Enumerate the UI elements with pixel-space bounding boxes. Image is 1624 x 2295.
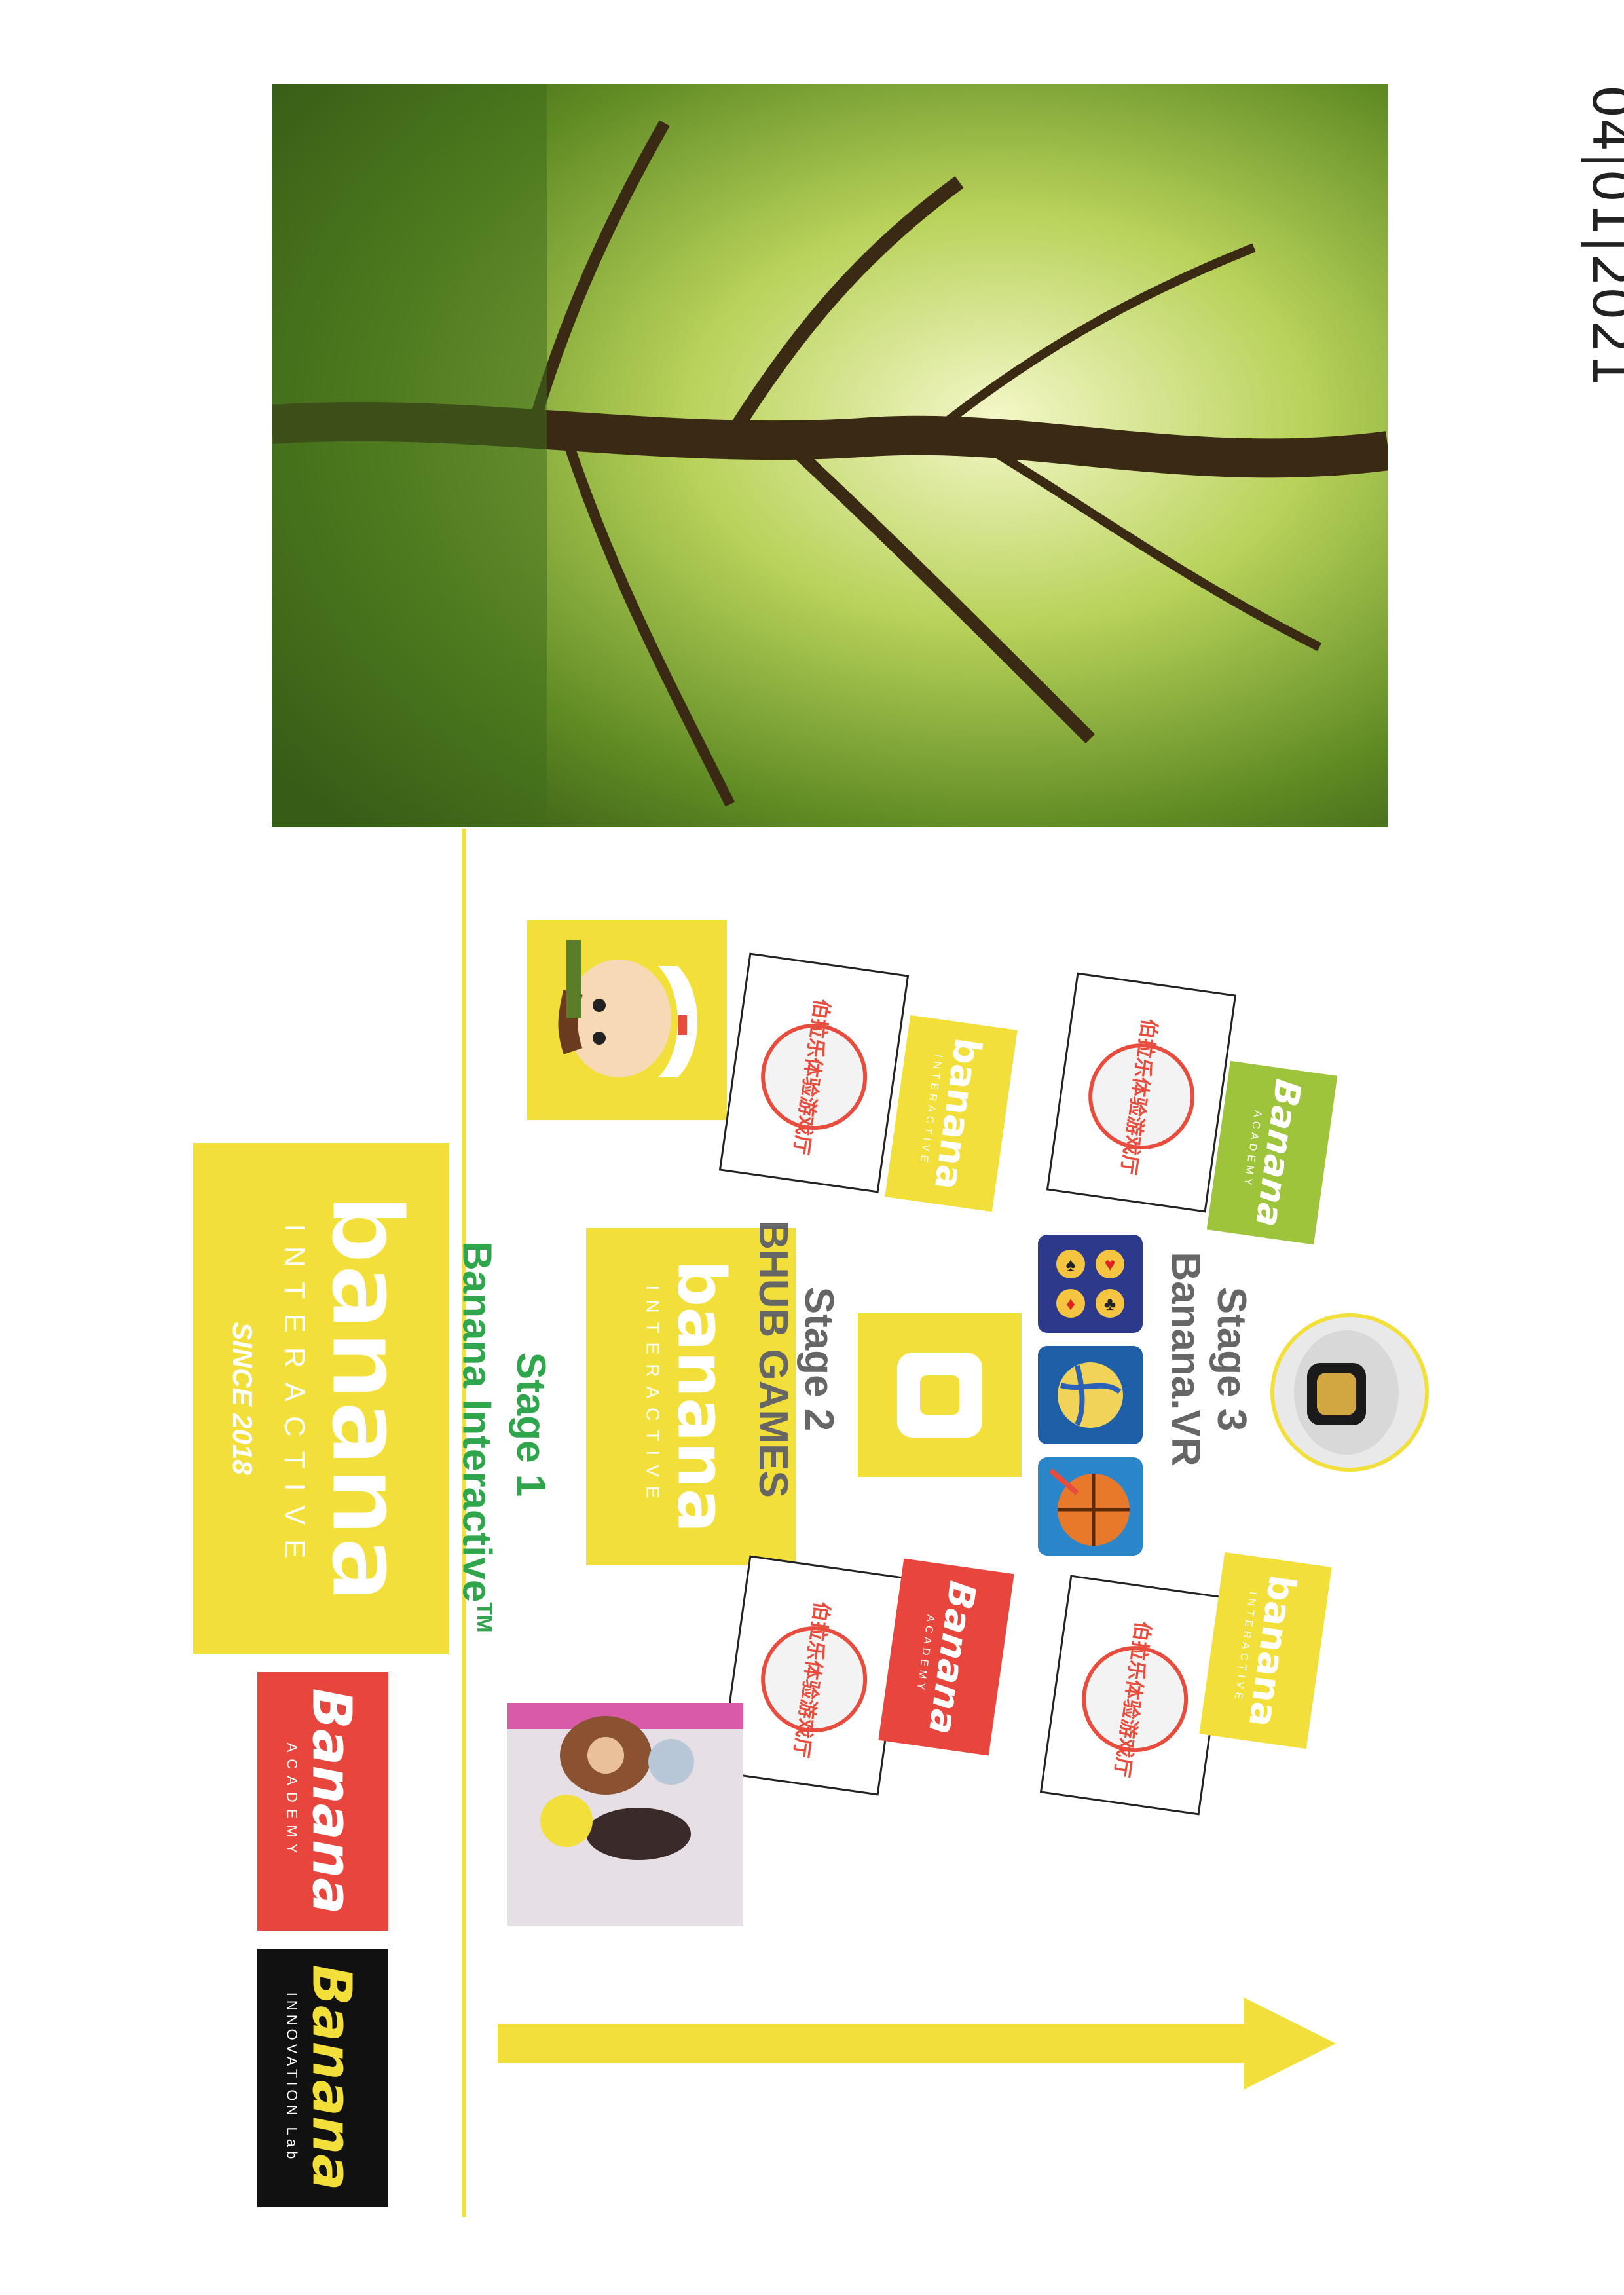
- banana-yellow-logo-bottom: banana INTERACTIVE: [1199, 1552, 1332, 1749]
- basketball-game-icon: [1038, 1457, 1143, 1556]
- stage2-title: Stage 2: [796, 1286, 841, 1432]
- brand-card-bottom-left: 伯拉乐体验游戏厅: [718, 1555, 910, 1796]
- svg-text:♦: ♦: [1066, 1294, 1075, 1314]
- banana-academy-olive-logo: Banana ACADEMY: [1206, 1060, 1338, 1245]
- brand-card-bottom-right: 伯拉乐体验游戏厅: [1039, 1575, 1230, 1816]
- bhub-logo-word: banana: [663, 1259, 740, 1533]
- main-logo: banana INTERACTIVE SINCE 2018: [193, 1143, 449, 1654]
- bhub-logo-tagline: INTERACTIVE: [643, 1285, 663, 1508]
- forest-photo: [272, 84, 1388, 827]
- stage3-subtitle: Banana.VR: [1163, 1252, 1208, 1466]
- brand-card-top-right: 伯拉乐体验游戏厅: [1046, 972, 1237, 1213]
- brand-card-top-left: 伯拉乐体验游戏厅: [718, 952, 910, 1193]
- vr-character: [1270, 1313, 1429, 1472]
- stage3-label: Stage 3 Banana.VR: [1156, 1195, 1254, 1523]
- academy-logo-word: Banana: [301, 1688, 363, 1914]
- stage2-label: Stage 2 BHUB GAMES: [743, 1176, 841, 1542]
- stage1-trademark: TM: [473, 1602, 496, 1633]
- academy-logo: Banana ACADEMY: [257, 1672, 388, 1931]
- innovation-logo-tagline: INNOVATION Lab: [284, 1992, 301, 2163]
- banana-yellow-logo-small: banana INTERACTIVE: [885, 1015, 1018, 1212]
- svg-text:♠: ♠: [1066, 1254, 1076, 1275]
- innovation-lab-logo: Banana INNOVATION Lab: [257, 1949, 388, 2207]
- cards-game-icon: ♠ ♥ ♦ ♣: [1038, 1235, 1143, 1333]
- academy-logo-tagline: ACADEMY: [284, 1742, 301, 1860]
- stage1-title: Stage 1: [508, 1352, 553, 1497]
- svg-text:♣: ♣: [1104, 1294, 1116, 1314]
- mascot-photo: [507, 1703, 743, 1926]
- stage1-subtitle: Banana Interactive: [454, 1241, 500, 1603]
- innovation-logo-word: Banana: [301, 1964, 363, 2191]
- progress-arrow: [498, 1998, 1336, 2089]
- stage3-title: Stage 3: [1209, 1286, 1254, 1432]
- main-logo-word: banana: [308, 1193, 424, 1604]
- volleyball-game-icon: [1038, 1346, 1143, 1444]
- stage2-subtitle: BHUB GAMES: [750, 1220, 796, 1498]
- svg-text:♥: ♥: [1105, 1254, 1116, 1275]
- main-logo-tagline: INTERACTIVE: [278, 1223, 310, 1573]
- nurse-character: [527, 920, 727, 1120]
- handwritten-date: 04|01|2021: [1581, 84, 1624, 387]
- stage1-label: Stage 1 Banana InteractiveTM: [454, 1241, 553, 1633]
- b-logo: [858, 1313, 1022, 1477]
- main-logo-since: SINCE 2018: [227, 1322, 258, 1475]
